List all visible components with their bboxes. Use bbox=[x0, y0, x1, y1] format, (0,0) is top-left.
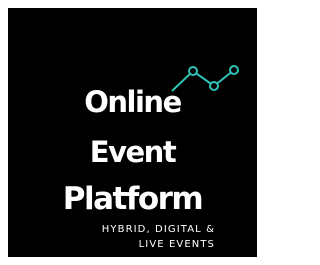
trend-point bbox=[229, 65, 239, 75]
title-line-online: Online bbox=[84, 85, 182, 119]
title-line-platform: Platform bbox=[62, 181, 204, 217]
tagline-line-2: LIVE EVENTS bbox=[138, 239, 215, 250]
title-line-event: Event bbox=[89, 135, 177, 169]
trend-point bbox=[188, 66, 198, 76]
tagline-line-1: HYBRID, DIGITAL & bbox=[101, 224, 215, 235]
trend-line-icon bbox=[171, 65, 239, 92]
logo-badge: Online Event Platform HYBRID, DIGITAL & … bbox=[8, 8, 257, 257]
page-canvas: Online Event Platform HYBRID, DIGITAL & … bbox=[0, 0, 265, 265]
